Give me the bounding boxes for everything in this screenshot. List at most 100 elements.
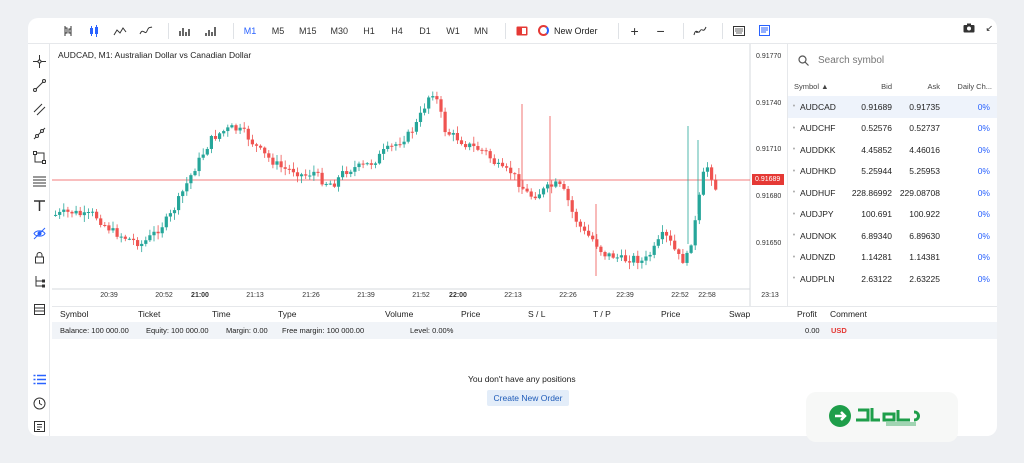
candle-body bbox=[677, 249, 681, 254]
price-tick: 0.91770 bbox=[756, 53, 782, 60]
column-header[interactable]: Ticket bbox=[138, 309, 160, 319]
candle-body bbox=[492, 158, 496, 164]
hide-drawings-icon[interactable] bbox=[31, 225, 47, 241]
timeframe-m5[interactable]: M5 bbox=[268, 21, 288, 41]
candle-body bbox=[648, 254, 652, 257]
candle-body bbox=[468, 143, 472, 148]
bars-icon[interactable] bbox=[175, 21, 195, 41]
candle-body bbox=[218, 133, 222, 139]
templates-icon[interactable] bbox=[755, 21, 775, 41]
symbol-row[interactable]: • AUDHKD 5.25944 5.25953 0% bbox=[788, 161, 997, 183]
symbol-row[interactable]: • AUDJPY 100.691 100.922 0% bbox=[788, 204, 997, 226]
time-tick: 21:00 bbox=[191, 292, 209, 299]
candle-body bbox=[664, 231, 669, 236]
column-header[interactable]: Price bbox=[461, 309, 480, 319]
timeframe-mn[interactable]: MN bbox=[471, 21, 491, 41]
column-header[interactable]: Profit bbox=[797, 309, 817, 319]
fibonacci-icon[interactable] bbox=[31, 173, 47, 189]
column-header[interactable]: Time bbox=[212, 309, 231, 319]
timeframe-m1[interactable]: M1 bbox=[240, 21, 260, 41]
timeframe-m15[interactable]: M15 bbox=[296, 21, 320, 41]
column-header[interactable]: Comment bbox=[830, 309, 867, 319]
symbol-row[interactable]: • AUDCAD 0.91689 0.91735 0% bbox=[788, 96, 997, 118]
column-header[interactable]: Swap bbox=[729, 309, 750, 319]
database-icon[interactable] bbox=[31, 301, 47, 317]
account-summary-row: Balance: 100 000.00 Equity: 100 000.00 M… bbox=[52, 322, 997, 339]
separator bbox=[505, 22, 507, 39]
price-chart[interactable]: AUDCAD, M1: Australian Dollar vs Canadia… bbox=[52, 44, 787, 306]
text-tool-icon[interactable] bbox=[31, 197, 47, 213]
candle-body bbox=[529, 191, 533, 197]
camera-icon[interactable] bbox=[963, 23, 975, 36]
create-new-order-button[interactable]: Create New Order bbox=[487, 390, 569, 406]
candle-body bbox=[250, 139, 254, 145]
symbol-row[interactable]: • AUDPLN 2.63122 2.63225 0% bbox=[788, 268, 997, 290]
collapse-icon[interactable]: ↙ bbox=[985, 23, 993, 36]
zoom-out-icon[interactable]: − bbox=[651, 21, 671, 41]
candle-body bbox=[517, 174, 521, 187]
candle-body bbox=[435, 96, 439, 100]
time-tick: 21:52 bbox=[412, 292, 430, 299]
search-input[interactable] bbox=[818, 54, 968, 66]
timeframe-h1[interactable]: H1 bbox=[359, 21, 379, 41]
bid-price: 1.14281 bbox=[861, 252, 892, 263]
candle-body bbox=[447, 132, 451, 135]
journal-icon[interactable] bbox=[31, 418, 47, 434]
column-header[interactable]: Price bbox=[661, 309, 680, 319]
header-daily-change[interactable]: Daily Ch... bbox=[940, 82, 992, 91]
timeframe-m30[interactable]: M30 bbox=[328, 21, 352, 41]
object-tree-icon[interactable] bbox=[31, 273, 47, 289]
candle-body bbox=[390, 145, 394, 147]
indicators-icon[interactable] bbox=[690, 21, 710, 41]
column-header[interactable]: Volume bbox=[385, 309, 413, 319]
symbol-row[interactable]: • AUDNZD 1.14281 1.14381 0% bbox=[788, 247, 997, 269]
candles-type-icon[interactable] bbox=[58, 21, 78, 41]
new-order-button[interactable]: New Order bbox=[538, 25, 598, 36]
candle-body bbox=[291, 168, 295, 173]
rectangle-icon[interactable] bbox=[31, 149, 47, 165]
depth-of-market-icon[interactable] bbox=[512, 21, 532, 41]
lock-icon[interactable] bbox=[31, 249, 47, 265]
header-ask[interactable]: Ask bbox=[892, 82, 940, 91]
bid-price: 0.52576 bbox=[861, 123, 892, 134]
ray-line-icon[interactable] bbox=[31, 125, 47, 141]
ask-price: 2.63225 bbox=[909, 273, 940, 284]
keyboard-icon[interactable] bbox=[729, 21, 749, 41]
candlestick-chart[interactable] bbox=[52, 44, 787, 306]
trend-line-icon[interactable] bbox=[31, 77, 47, 93]
column-header[interactable]: S / L bbox=[528, 309, 545, 319]
symbol-row[interactable]: • AUDHUF 228.86992 229.08708 0% bbox=[788, 182, 997, 204]
column-header[interactable]: T / P bbox=[593, 309, 611, 319]
candle-body bbox=[472, 143, 476, 147]
column-header[interactable]: Symbol bbox=[60, 309, 88, 319]
symbol-row[interactable]: • AUDNOK 6.89340 6.89630 0% bbox=[788, 225, 997, 247]
column-header[interactable]: Type bbox=[278, 309, 296, 319]
price-tick: 0.91740 bbox=[756, 100, 782, 107]
timeframe-d1[interactable]: D1 bbox=[415, 21, 435, 41]
history-icon[interactable] bbox=[31, 395, 47, 411]
volume-bars-icon[interactable] bbox=[201, 21, 221, 41]
parallel-channel-icon[interactable] bbox=[31, 101, 47, 117]
timeframe-h4[interactable]: H4 bbox=[387, 21, 407, 41]
positions-table-header: Symbol Ticket Time Type Volume Price S / L T / … bbox=[52, 306, 997, 321]
header-symbol[interactable]: Symbol ▲ bbox=[788, 82, 844, 91]
candle-body bbox=[546, 184, 550, 189]
line-chart-icon[interactable] bbox=[136, 21, 156, 41]
candle-body bbox=[476, 146, 480, 150]
candle-body bbox=[640, 260, 644, 263]
candle-body bbox=[533, 196, 537, 199]
area-chart-icon[interactable] bbox=[110, 21, 130, 41]
candle-body bbox=[209, 135, 213, 149]
timeframe-w1[interactable]: W1 bbox=[443, 21, 463, 41]
time-tick: 20:52 bbox=[155, 292, 173, 299]
candle-body bbox=[304, 174, 308, 176]
positions-list-icon[interactable] bbox=[31, 371, 47, 387]
candle-body bbox=[230, 125, 234, 128]
header-bid[interactable]: Bid bbox=[844, 82, 892, 91]
candlestick-icon[interactable] bbox=[84, 21, 104, 41]
symbol-row[interactable]: • AUDDKK 4.45852 4.46016 0% bbox=[788, 139, 997, 161]
symbol-row[interactable]: • AUDCHF 0.52576 0.52737 0% bbox=[788, 118, 997, 140]
zoom-in-icon[interactable]: + bbox=[625, 21, 645, 41]
crosshair-icon[interactable] bbox=[31, 53, 47, 69]
candle-body bbox=[164, 216, 168, 228]
